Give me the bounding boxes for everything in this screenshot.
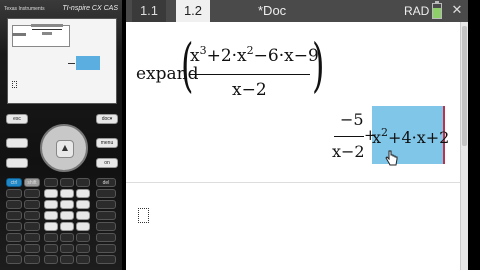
handheld-emulator: Texas Instruments TI-nspire CX CAS esc d… bbox=[0, 0, 122, 270]
letter-key-12[interactable] bbox=[24, 255, 40, 264]
denominator-expression: x−2 bbox=[232, 80, 267, 100]
calc-key-12[interactable] bbox=[6, 233, 22, 242]
enter-key[interactable] bbox=[96, 222, 116, 231]
calc-key-2[interactable] bbox=[60, 178, 74, 187]
handheld-cursor bbox=[12, 81, 17, 88]
calc-key-1[interactable] bbox=[44, 178, 58, 187]
esc-key[interactable]: esc bbox=[6, 114, 28, 124]
letter-key-10[interactable] bbox=[96, 244, 116, 253]
letter-key-13[interactable] bbox=[44, 255, 58, 264]
letter-key-6[interactable] bbox=[24, 244, 40, 253]
calc-key-5[interactable] bbox=[24, 189, 40, 198]
digit-2-key[interactable] bbox=[60, 211, 74, 220]
numerator-expression: x3+2·x2−6·x−9 bbox=[190, 44, 319, 66]
touchpad-arrow-icon: ▲ bbox=[61, 143, 69, 152]
digit-0-key[interactable] bbox=[44, 222, 58, 231]
handheld-brand: Texas Instruments bbox=[4, 6, 45, 12]
tab-page-1-2[interactable]: 1.2 bbox=[176, 0, 210, 22]
digit-9-key[interactable] bbox=[76, 189, 90, 198]
result-denominator: x−2 bbox=[332, 142, 365, 161]
letter-key-14[interactable] bbox=[60, 255, 74, 264]
tab-bar: 1.1 1.2 *Doc RAD ✕ bbox=[126, 0, 468, 22]
letter-key-9[interactable] bbox=[76, 244, 90, 253]
calc-key-11[interactable] bbox=[24, 222, 40, 231]
shift-key[interactable]: shift bbox=[24, 178, 40, 187]
handheld-denominator bbox=[42, 32, 52, 35]
digit-1-key[interactable] bbox=[44, 211, 58, 220]
minus-key[interactable] bbox=[96, 200, 116, 209]
on-key[interactable]: on bbox=[96, 158, 118, 168]
result-numerator: −5 bbox=[340, 110, 364, 129]
calc-key-6[interactable] bbox=[6, 200, 22, 209]
menu-key[interactable]: menu bbox=[96, 138, 118, 148]
digit-7-key[interactable] bbox=[44, 189, 58, 198]
handheld-result-fraction bbox=[68, 57, 75, 70]
calc-key-4[interactable] bbox=[6, 189, 22, 198]
letter-key-2[interactable] bbox=[60, 233, 74, 242]
letter-key-1[interactable] bbox=[44, 233, 58, 242]
tab-key[interactable] bbox=[6, 158, 28, 168]
doc-key[interactable]: doc▾ bbox=[96, 114, 118, 124]
fraction-bar bbox=[190, 74, 310, 75]
battery-icon bbox=[432, 1, 442, 19]
calc-key-3[interactable] bbox=[76, 178, 90, 187]
handheld-screen[interactable] bbox=[7, 18, 117, 104]
digit-5-key[interactable] bbox=[60, 200, 74, 209]
letter-key-15[interactable] bbox=[76, 255, 90, 264]
right-parenthesis: ) bbox=[312, 31, 325, 99]
touchpad[interactable]: ▲ bbox=[40, 124, 88, 172]
result-polynomial[interactable]: x2+4·x+2 bbox=[372, 126, 449, 147]
entry-separator bbox=[126, 182, 460, 183]
calculator-page[interactable]: expand ( x3+2·x2−6·x−9 x−2 ) −5 x−2 + x2… bbox=[126, 22, 460, 270]
digit-4-key[interactable] bbox=[44, 200, 58, 209]
handheld-result-highlight bbox=[76, 56, 100, 70]
letter-key-8[interactable] bbox=[60, 244, 74, 253]
ctrl-key[interactable]: ctrl bbox=[6, 178, 22, 187]
handheld-keyboard: ctrl shift del bbox=[6, 178, 116, 270]
handheld-model: TI-nspire CX CAS bbox=[62, 5, 118, 12]
digit-3-key[interactable] bbox=[76, 211, 90, 220]
document-window: 1.1 1.2 *Doc RAD ✕ expand ( x3+2·x2−6·x−… bbox=[126, 0, 469, 270]
handheld-navigation-area: esc doc▾ menu on ▲ bbox=[4, 110, 118, 172]
touchpad-click[interactable]: ▲ bbox=[56, 140, 74, 158]
letter-key-4[interactable] bbox=[96, 233, 116, 242]
digit-6-key[interactable] bbox=[76, 200, 90, 209]
letter-key-11[interactable] bbox=[6, 255, 22, 264]
tab-page-1-1[interactable]: 1.1 bbox=[132, 0, 166, 22]
scroll-thumb[interactable] bbox=[462, 26, 467, 146]
multiply-key[interactable] bbox=[96, 189, 116, 198]
handheld-numerator bbox=[31, 24, 63, 27]
angle-mode-indicator: RAD bbox=[404, 4, 430, 18]
letter-key-16[interactable] bbox=[96, 255, 116, 264]
decimal-key[interactable] bbox=[60, 222, 74, 231]
calc-key-7[interactable] bbox=[24, 200, 40, 209]
handheld-expand-text bbox=[12, 33, 26, 36]
close-icon[interactable]: ✕ bbox=[448, 2, 466, 20]
calc-key-9[interactable] bbox=[24, 211, 40, 220]
digit-8-key[interactable] bbox=[60, 189, 74, 198]
calc-key-8[interactable] bbox=[6, 211, 22, 220]
hand-pointer-icon bbox=[385, 150, 398, 166]
result-fraction-bar bbox=[334, 136, 364, 137]
letter-key-7[interactable] bbox=[44, 244, 58, 253]
plus-key[interactable] bbox=[96, 211, 116, 220]
new-entry-box[interactable] bbox=[138, 208, 149, 223]
letter-key-5[interactable] bbox=[6, 244, 22, 253]
document-title: *Doc bbox=[258, 3, 287, 18]
home-key[interactable] bbox=[6, 138, 28, 148]
calc-key-10[interactable] bbox=[6, 222, 22, 231]
right-edge-background bbox=[468, 0, 480, 270]
calc-key-13[interactable] bbox=[24, 233, 40, 242]
handheld-header: Texas Instruments TI-nspire CX CAS bbox=[4, 5, 118, 16]
letter-key-3[interactable] bbox=[76, 233, 90, 242]
negative-key[interactable] bbox=[76, 222, 90, 231]
handheld-fraction-bar bbox=[32, 29, 62, 30]
del-key[interactable]: del bbox=[96, 178, 116, 187]
